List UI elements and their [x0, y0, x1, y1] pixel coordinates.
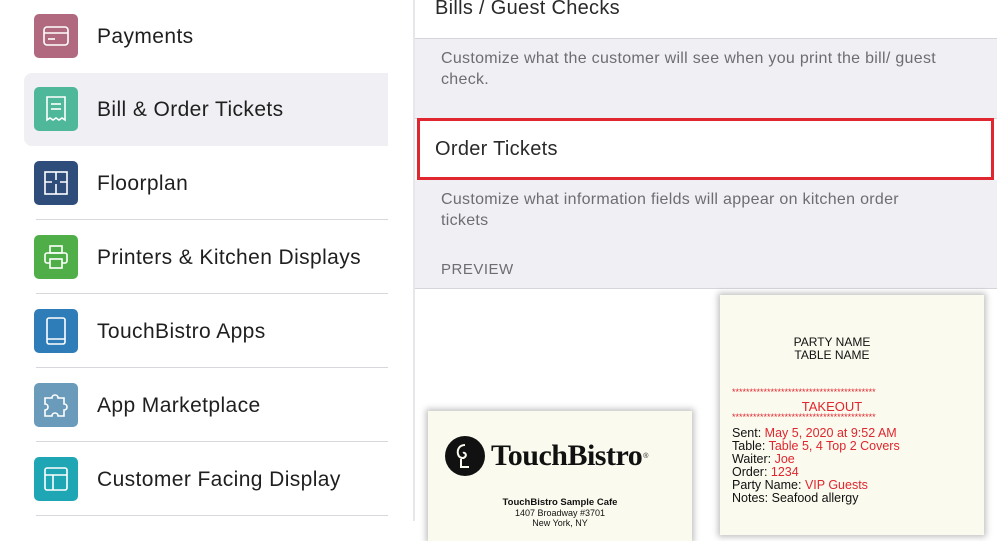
divider — [36, 367, 388, 368]
order-ticket-preview: PARTY NAME TABLE NAME ******************… — [720, 295, 984, 535]
separator-stars: ****************************************… — [732, 387, 876, 397]
bills-guest-checks-row[interactable]: Bills / Guest Checks — [415, 0, 997, 38]
waiter-label: Waiter: — [732, 452, 775, 466]
tablet-icon — [34, 309, 78, 353]
table-value: Table 5, 4 Top 2 Covers — [768, 439, 900, 453]
divider — [36, 219, 388, 220]
cafe-name: TouchBistro Sample Cafe — [502, 497, 618, 508]
sidebar-item-bill-order-tickets[interactable]: Bill & Order Tickets — [24, 73, 388, 146]
notes-line: Notes: Seafood allergy — [732, 492, 858, 505]
logo-text: TouchBistro — [491, 439, 643, 472]
sidebar-item-label: TouchBistro Apps — [97, 320, 266, 343]
display-layout-icon — [34, 457, 78, 501]
floorplan-icon — [34, 161, 78, 205]
sidebar-item-payments[interactable]: Payments — [24, 0, 388, 73]
sidebar-item-label: Customer Facing Display — [97, 468, 341, 491]
trademark: ® — [643, 452, 649, 460]
party-value: VIP Guests — [804, 478, 868, 492]
sidebar-item-label: Bill & Order Tickets — [97, 98, 284, 121]
highlight-box — [417, 118, 994, 180]
sidebar-item-app-marketplace[interactable]: App Marketplace — [24, 369, 388, 442]
sent-value: May 5, 2020 at 9:52 AM — [764, 426, 897, 440]
bills-guest-checks-title: Bills / Guest Checks — [435, 0, 620, 19]
party-label: Party Name: — [732, 478, 805, 492]
credit-card-icon — [34, 14, 78, 58]
divider — [415, 38, 997, 39]
sidebar-item-label: App Marketplace — [97, 394, 261, 417]
sidebar-item-label: Payments — [97, 25, 194, 48]
order-label: Order: — [732, 465, 771, 479]
waiter-value: Joe — [774, 452, 795, 466]
touchbistro-logo: TouchBistro ® — [445, 436, 648, 476]
cafe-address: 1407 Broadway #3701 — [514, 508, 606, 518]
bill-receipt-preview: TouchBistro ® TouchBistro Sample Cafe 140… — [428, 411, 692, 541]
cafe-city: New York, NY — [532, 518, 588, 528]
sent-label: Sent: — [732, 426, 765, 440]
separator-stars: ****************************************… — [732, 412, 876, 422]
bills-description: Customize what the customer will see whe… — [441, 50, 936, 88]
sidebar-item-customer-facing-display[interactable]: Customer Facing Display — [24, 443, 388, 516]
table-name-header: TABLE NAME — [794, 348, 870, 362]
sidebar-item-floorplan[interactable]: Floorplan — [24, 147, 388, 220]
sidebar-item-label: Printers & Kitchen Displays — [97, 246, 362, 269]
preview-label: PREVIEW — [441, 261, 514, 278]
table-label: Table: — [732, 439, 769, 453]
settings-detail-panel: Bills / Guest Checks Customize what the … — [415, 0, 997, 541]
printer-icon — [34, 235, 78, 279]
notes-value: Seafood allergy — [771, 491, 859, 505]
order-tickets-description: Customize what information fields will a… — [441, 191, 899, 229]
preview-area: TouchBistro ® TouchBistro Sample Cafe 140… — [415, 289, 997, 541]
sidebar-item-printers-kitchen-displays[interactable]: Printers & Kitchen Displays — [24, 221, 388, 294]
touchbistro-logo-icon — [445, 436, 485, 476]
divider — [36, 515, 388, 516]
notes-label: Notes: — [732, 491, 772, 505]
divider — [36, 293, 388, 294]
settings-sidebar: Payments Bill & Order Tickets Floorplan … — [0, 0, 413, 521]
puzzle-icon — [34, 383, 78, 427]
sidebar-item-touchbistro-apps[interactable]: TouchBistro Apps — [24, 295, 388, 368]
sidebar-item-label: Floorplan — [97, 172, 189, 195]
order-value: 1234 — [770, 465, 799, 479]
divider — [36, 441, 388, 442]
receipt-icon — [34, 87, 78, 131]
